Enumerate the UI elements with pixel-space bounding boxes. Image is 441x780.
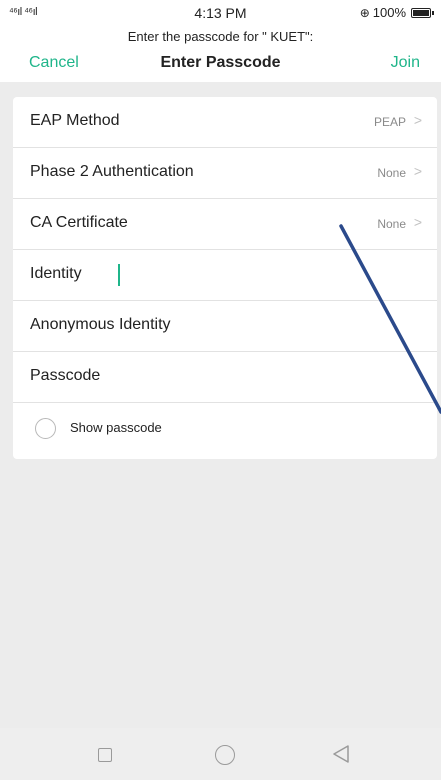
row-value: None — [377, 166, 406, 180]
row-label: CA Certificate — [30, 214, 128, 231]
passcode-prompt: Enter the passcode for " KUET": — [127, 29, 314, 44]
show-passcode-label: Show passcode — [70, 420, 162, 435]
status-bar: ⁴⁶ıl ⁴⁶ıl 4:13 PM ⊕ 100% — [0, 0, 441, 26]
row-label: EAP Method — [30, 112, 120, 129]
ca-certificate-row[interactable]: CA Certificate None > — [13, 199, 437, 250]
rotation-lock-icon: ⊕ — [359, 5, 370, 20]
page-title: Enter Passcode — [160, 54, 281, 71]
chevron-right-icon: > — [413, 163, 422, 179]
system-nav-bar — [0, 728, 441, 780]
nav-back-button[interactable] — [312, 728, 372, 780]
phase2-auth-row[interactable]: Phase 2 Authentication None > — [13, 148, 437, 199]
battery-percentage: 100% — [372, 5, 406, 20]
nav-square-button[interactable] — [70, 728, 130, 780]
triangle-back-icon — [333, 745, 349, 763]
passcode-field[interactable]: Passcode — [13, 352, 437, 403]
chevron-right-icon: > — [413, 112, 422, 128]
row-label: Phase 2 Authentication — [30, 163, 194, 180]
chevron-right-icon: > — [413, 214, 422, 230]
settings-card: EAP Method PEAP > Phase 2 Authentication… — [13, 97, 437, 459]
anonymous-identity-field[interactable]: Anonymous Identity — [13, 301, 437, 352]
nav-row: Cancel Enter Passcode Join — [0, 52, 441, 76]
row-label: Identity — [30, 265, 82, 282]
row-value: PEAP — [373, 115, 406, 129]
row-value: None — [377, 217, 406, 231]
nav-home-button[interactable] — [193, 728, 253, 780]
battery-icon — [411, 7, 434, 18]
identity-field[interactable]: Identity — [13, 250, 437, 301]
row-label: Passcode — [30, 367, 101, 384]
join-button[interactable]: Join — [391, 54, 420, 72]
show-passcode-toggle[interactable]: Show passcode — [13, 404, 437, 456]
square-icon — [98, 748, 112, 762]
battery-status: ⊕ 100% — [359, 5, 434, 20]
text-cursor — [118, 264, 120, 286]
radio-unchecked-icon[interactable] — [35, 418, 56, 439]
circle-icon — [215, 745, 235, 765]
row-label: Anonymous Identity — [30, 316, 171, 333]
header: ⁴⁶ıl ⁴⁶ıl 4:13 PM ⊕ 100% Enter the passc… — [0, 0, 441, 82]
eap-method-row[interactable]: EAP Method PEAP > — [13, 97, 437, 148]
